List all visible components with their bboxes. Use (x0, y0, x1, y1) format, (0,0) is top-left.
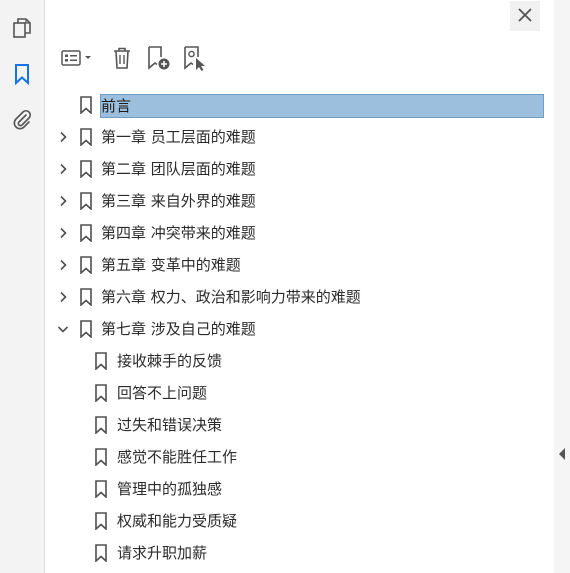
bookmark-subitem[interactable]: 管理中的孤独感 (45, 473, 554, 505)
bookmark-label[interactable]: 权威和能力受质疑 (117, 511, 237, 531)
bookmark-subitem[interactable]: 接收棘手的反馈 (45, 345, 554, 377)
right-edge-strip (554, 0, 570, 573)
bookmark-label[interactable]: 第五章 变革中的难题 (101, 255, 241, 275)
bookmark-subitem[interactable]: 权威和能力受质疑 (45, 505, 554, 537)
bookmarks-button[interactable] (0, 58, 44, 94)
bookmark-icon (78, 192, 94, 211)
bookmark-label[interactable]: 感觉不能胜任工作 (117, 447, 237, 467)
bookmarks-panel: 前言第一章 员工层面的难题 第二章 团队层面的难题 第三章 来自外界的难题 第四章 冲… (45, 0, 554, 573)
chevron-right-icon[interactable] (55, 289, 71, 305)
bookmark-item[interactable]: 第三章 来自外界的难题 (45, 185, 554, 217)
bookmark-label[interactable]: 第六章 权力、政治和影响力带来的难题 (101, 287, 361, 307)
bookmark-subitem[interactable]: 请求升职加薪 (45, 537, 554, 569)
options-menu-button[interactable] (57, 44, 97, 76)
bookmark-icon (93, 480, 109, 499)
bookmark-label[interactable]: 过失和错误决策 (117, 415, 222, 435)
chevron-right-icon[interactable] (55, 129, 71, 145)
chevron-down-icon[interactable] (55, 321, 71, 337)
bookmark-item[interactable]: 第六章 权力、政治和影响力带来的难题 (45, 281, 554, 313)
navigation-rail (0, 0, 45, 573)
bookmark-tree: 前言第一章 员工层面的难题 第二章 团队层面的难题 第三章 来自外界的难题 第四章 冲… (45, 89, 554, 569)
bookmark-icon (93, 448, 109, 467)
bookmark-label[interactable]: 接收棘手的反馈 (117, 351, 222, 371)
bookmark-label[interactable]: 第一章 员工层面的难题 (101, 127, 256, 147)
bookmark-item[interactable]: 第二章 团队层面的难题 (45, 153, 554, 185)
triangle-left-icon (557, 446, 567, 465)
bookmark-subitem[interactable]: 感觉不能胜任工作 (45, 441, 554, 473)
close-icon (518, 7, 532, 26)
bookmark-icon (11, 63, 33, 89)
bookmark-subitem[interactable]: 过失和错误决策 (45, 409, 554, 441)
bookmark-icon (93, 544, 109, 563)
bookmarks-pane: 前言第一章 员工层面的难题 第二章 团队层面的难题 第三章 来自外界的难题 第四章 冲… (0, 0, 570, 573)
close-panel-button[interactable] (510, 1, 540, 31)
bookmark-label[interactable]: 回答不上问题 (117, 383, 207, 403)
bookmark-label[interactable]: 前言 (100, 94, 544, 118)
bookmark-icon (78, 224, 94, 243)
pages-icon (11, 17, 33, 43)
bookmark-icon (78, 160, 94, 179)
bookmark-subitem[interactable]: 回答不上问题 (45, 377, 554, 409)
collapse-panel-button[interactable] (557, 446, 567, 460)
chevron-right-icon[interactable] (55, 161, 71, 177)
chevron-right-icon[interactable] (55, 257, 71, 273)
bookmark-label[interactable]: 第二章 团队层面的难题 (101, 159, 256, 179)
bookmark-item[interactable]: 第一章 员工层面的难题 (45, 121, 554, 153)
attachment-icon (11, 109, 33, 135)
trash-icon (111, 46, 133, 74)
bookmark-item[interactable]: 第七章 涉及自己的难题 (45, 313, 554, 345)
bookmark-label[interactable]: 第七章 涉及自己的难题 (101, 319, 256, 339)
bookmark-label[interactable]: 管理中的孤独感 (117, 479, 222, 499)
bookmarks-toolbar (45, 44, 554, 76)
bookmark-select-icon (180, 45, 208, 75)
bookmark-icon (78, 320, 94, 339)
bookmark-icon (78, 128, 94, 147)
bookmark-icon (78, 96, 94, 115)
bookmark-item[interactable]: 第四章 冲突带来的难题 (45, 217, 554, 249)
bookmark-icon (93, 352, 109, 371)
add-bookmark-button[interactable] (143, 44, 173, 76)
delete-bookmark-button[interactable] (109, 44, 135, 76)
bookmark-icon (93, 512, 109, 531)
bookmark-item[interactable]: 第五章 变革中的难题 (45, 249, 554, 281)
select-bookmark-button[interactable] (179, 44, 209, 76)
bookmark-icon (78, 256, 94, 275)
chevron-right-icon[interactable] (55, 193, 71, 209)
bookmark-icon (93, 416, 109, 435)
bookmark-icon (93, 384, 109, 403)
bookmark-label[interactable]: 第四章 冲突带来的难题 (101, 223, 256, 243)
bookmark-item[interactable]: 前言 (45, 89, 554, 121)
attachments-button[interactable] (0, 104, 44, 140)
bookmark-label[interactable]: 请求升职加薪 (117, 543, 207, 563)
page-thumbnails-button[interactable] (0, 12, 44, 48)
bookmark-label[interactable]: 第三章 来自外界的难题 (101, 191, 256, 211)
list-options-icon (58, 48, 96, 72)
new-bookmark-icon (144, 45, 172, 75)
bookmark-icon (78, 288, 94, 307)
chevron-right-icon[interactable] (55, 225, 71, 241)
